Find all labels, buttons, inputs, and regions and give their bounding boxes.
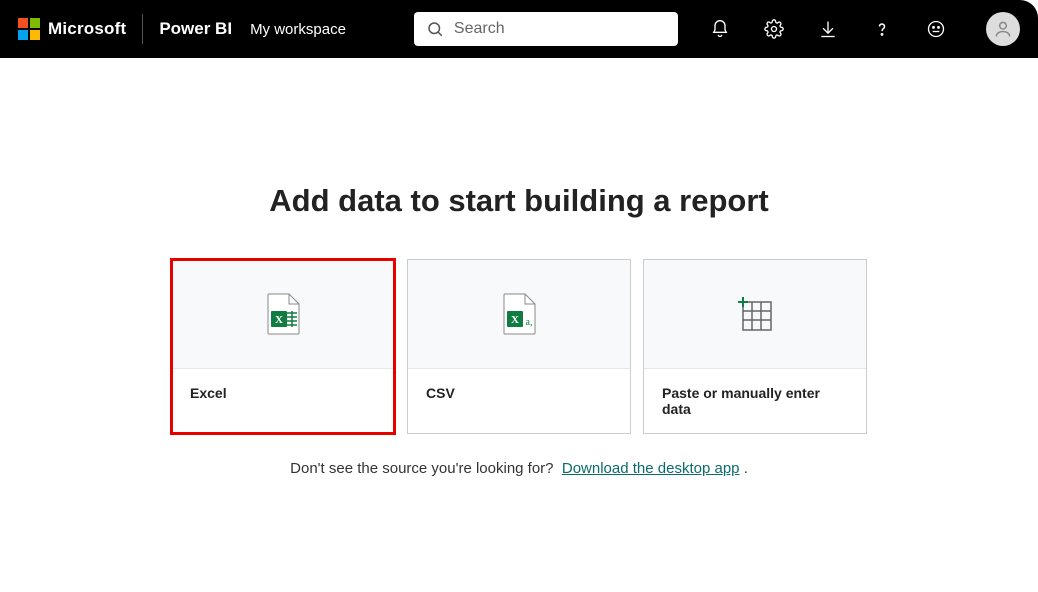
card-excel[interactable]: X Excel: [171, 259, 395, 434]
page-title: Add data to start building a report: [269, 183, 768, 219]
card-manual-label: Paste or manually enter data: [644, 369, 866, 433]
footer-prompt: Don't see the source you're looking for?: [290, 460, 553, 477]
microsoft-label: Microsoft: [48, 19, 126, 39]
card-excel-preview: X: [172, 260, 394, 369]
notifications-icon[interactable]: [710, 19, 730, 39]
download-icon[interactable]: [818, 19, 838, 39]
main-content: Add data to start building a report X Ex…: [0, 58, 1038, 477]
divider: [142, 14, 143, 44]
excel-file-icon: X: [265, 293, 301, 335]
card-csv-label: CSV: [408, 369, 630, 431]
svg-text:X: X: [275, 314, 283, 326]
card-manual[interactable]: Paste or manually enter data: [643, 259, 867, 434]
microsoft-logo-icon: [18, 18, 40, 40]
card-csv-preview: X a,: [408, 260, 630, 369]
footer-period: .: [744, 460, 748, 477]
search-input[interactable]: [454, 20, 666, 38]
data-source-cards: X Excel X a, CSV: [171, 259, 867, 434]
product-name[interactable]: Power BI: [159, 19, 232, 39]
csv-file-icon: X a,: [501, 293, 537, 335]
svg-text:X: X: [511, 314, 519, 326]
card-csv[interactable]: X a, CSV: [407, 259, 631, 434]
table-plus-icon: [735, 294, 775, 334]
workspace-name[interactable]: My workspace: [250, 21, 346, 38]
account-avatar[interactable]: [986, 12, 1020, 46]
card-manual-preview: [644, 260, 866, 369]
card-excel-label: Excel: [172, 369, 394, 431]
footer-text: Don't see the source you're looking for?…: [290, 460, 748, 477]
help-icon[interactable]: [872, 19, 892, 39]
settings-icon[interactable]: [764, 19, 784, 39]
app-header: Microsoft Power BI My workspace: [0, 0, 1038, 58]
feedback-icon[interactable]: [926, 19, 946, 39]
user-icon: [993, 19, 1013, 39]
download-app-link[interactable]: Download the desktop app: [562, 460, 740, 477]
header-actions: [710, 12, 1020, 46]
svg-text:a,: a,: [526, 317, 533, 328]
microsoft-logo[interactable]: Microsoft: [18, 18, 126, 40]
search-input-wrap[interactable]: [414, 12, 678, 46]
search-icon: [426, 20, 444, 38]
